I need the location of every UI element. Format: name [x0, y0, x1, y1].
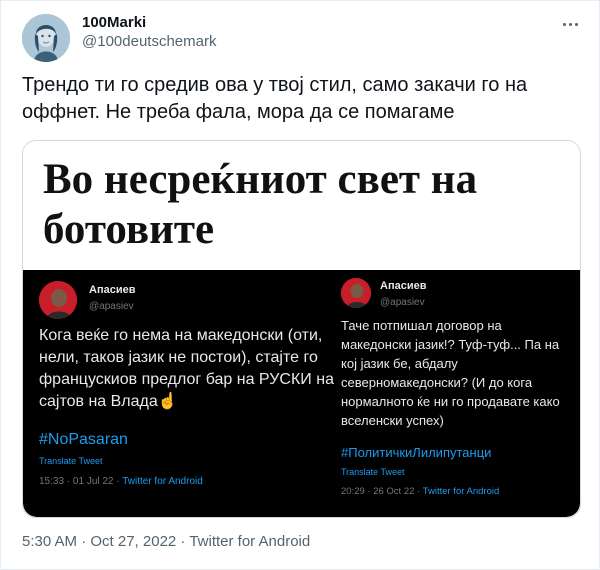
tweet-media-image[interactable]: Во несреќниот свет на ботовите Апасиев @… — [22, 140, 581, 518]
embed-name: Апасиев — [89, 284, 136, 296]
tweet-timestamp[interactable]: 5:30 AM · Oct 27, 2022 · Twitter for And… — [22, 533, 310, 550]
embed-meta: 15:33 · 01 Jul 22 · Twitter for Android — [39, 476, 203, 487]
embed-name: Апасиев — [380, 280, 427, 292]
media-headline: Во несреќниот свет на ботовите — [43, 156, 478, 253]
embed-text: Таче потпишал договор на македонски јази… — [341, 318, 560, 428]
embed-avatar — [39, 281, 77, 319]
embed-translate-link: Translate Tweet — [39, 456, 103, 466]
embed-translate-link: Translate Tweet — [341, 467, 405, 477]
embed-avatar — [341, 278, 371, 308]
embed-avatar-portrait-icon — [39, 281, 77, 319]
embed-meta-time: 20:29 · 26 Oct 22 · — [341, 486, 423, 497]
embed-meta-source: Twitter for Android — [422, 486, 500, 497]
embed-handle: @apasiev — [380, 297, 425, 308]
tweet-text: Трендо ти го средив ова у твој стил, сам… — [22, 74, 528, 123]
embed-text: Кога веќе го нема на македонски (оти, не… — [39, 325, 339, 413]
embed-meta-source: Twitter for Android — [122, 476, 203, 487]
tweet-posted-time[interactable]: 5:30 AM · Oct 27, 2022 · — [22, 533, 189, 550]
screenshots-panel: Апасиев @apasiev Кога веќе го нема на ма… — [23, 270, 580, 517]
embed-hashtag: #ПолитичкиЛилипутанци — [341, 445, 492, 460]
avatar-portrait-icon — [22, 14, 70, 62]
avatar[interactable] — [22, 14, 70, 62]
user-handle[interactable]: @100deutschemark — [82, 33, 216, 50]
embed-hashtag: #NoPasaran — [39, 431, 128, 448]
embed-avatar-portrait-icon — [341, 278, 371, 308]
pointing-up-emoji-icon: ☝ — [157, 393, 178, 410]
embed-handle: @apasiev — [89, 301, 134, 312]
embed-text-content: Кога веќе го нема на македонски (оти, не… — [39, 327, 334, 410]
display-name[interactable]: 100Marki — [82, 14, 146, 31]
embed-meta-time: 15:33 · 01 Jul 22 · — [39, 476, 123, 487]
embed-meta: 20:29 · 26 Oct 22 · Twitter for Android — [341, 486, 499, 497]
headline-panel: Во несреќниот свет на ботовите — [23, 141, 580, 270]
more-options-icon[interactable] — [556, 14, 584, 34]
tweet-source[interactable]: Twitter for Android — [189, 533, 310, 550]
